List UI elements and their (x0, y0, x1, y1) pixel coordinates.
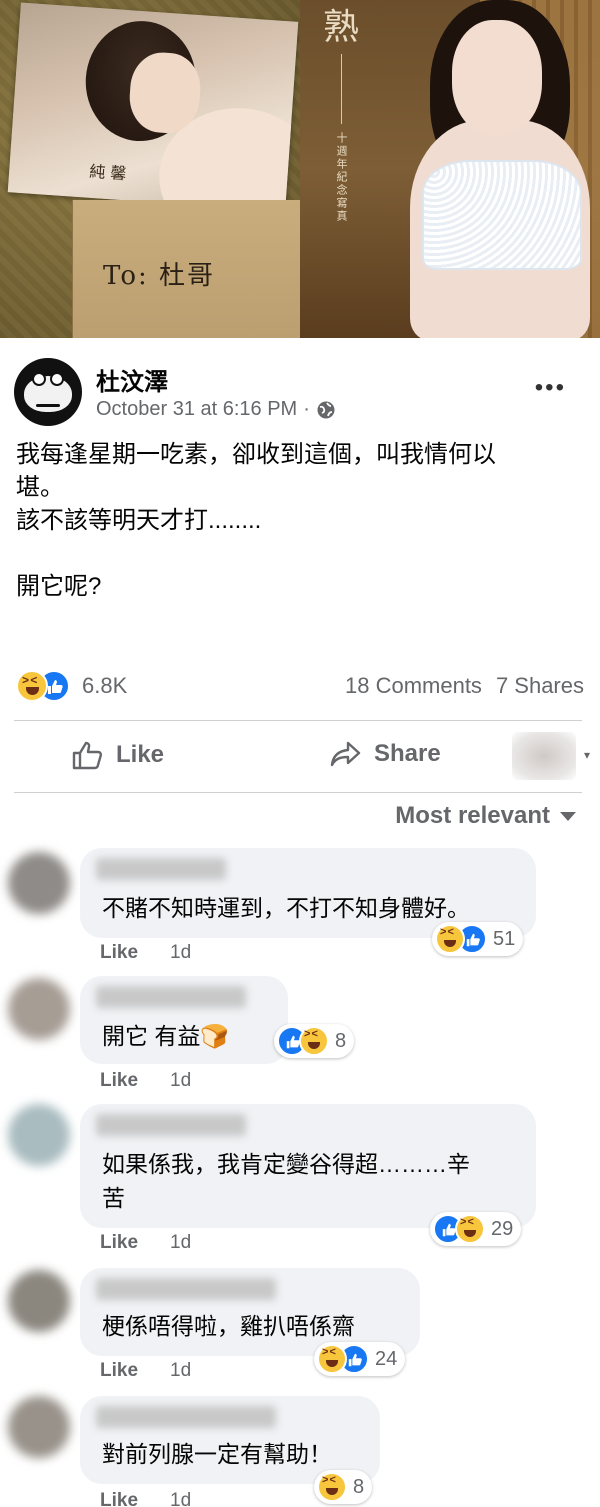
comment-reaction-count: 8 (353, 1475, 365, 1498)
post-actions: Like Share ▾ (0, 722, 600, 790)
signed-photo-card: 純 馨 (7, 2, 299, 212)
frog-eye-left (32, 372, 46, 386)
haha-reaction-icon (455, 1214, 485, 1244)
reaction-count[interactable]: 6.8K (82, 673, 127, 699)
comment-like-link[interactable]: Like (100, 942, 138, 964)
post-photo-strip[interactable]: 純 馨 To: 杜哥 熟 十週年紀念寫真 (0, 0, 600, 338)
comment-reactions[interactable]: 29 (430, 1212, 522, 1246)
haha-reaction-icon (299, 1026, 329, 1056)
comment-timestamp[interactable]: 1d (170, 1070, 191, 1092)
comment-reaction-count: 51 (493, 927, 516, 950)
comment-bubble: 如果係我，我肯定變谷得超………辛 苦 (80, 1104, 536, 1228)
post-meta: October 31 at 6:16 PM · (96, 398, 336, 421)
photobook-subtitle: 十週年紀念寫真 (335, 132, 348, 223)
like-button-label: Like (116, 741, 165, 768)
photo-lace-top (422, 160, 582, 270)
post-text-line (16, 537, 584, 570)
post-text-line: 該不該等明天才打........ (16, 507, 262, 534)
comment-text: 梗係唔得啦，雞扒唔係齋 (102, 1313, 355, 1339)
comment-bubble: 開它 有益🍞 (80, 976, 288, 1064)
share-arrow-icon (330, 741, 361, 767)
comment: 開它 有益🍞 8 Like 1d (0, 974, 600, 1096)
post-text-line: 我每逢星期一吃素，卻收到這個，叫我情何以 (16, 441, 496, 468)
haha-reaction-icon (435, 924, 465, 954)
comment: 梗係唔得啦，雞扒唔係齋 24 Like 1d (0, 1266, 600, 1388)
comment: 不賭不知時運到，不打不知身體好。 51 Like 1d (0, 846, 600, 968)
reactions-summary: 6.8K 18 Comments 7 Shares (16, 666, 584, 706)
comment-reaction-count: 24 (375, 1347, 398, 1370)
comment-like-link[interactable]: Like (100, 1070, 138, 1092)
commenter-name-blurred[interactable] (96, 1278, 276, 1300)
post-text-line: 堪。 (16, 474, 64, 501)
comment-text-line: 苦 (102, 1185, 125, 1211)
comment-timestamp[interactable]: 1d (170, 1232, 191, 1254)
post-timestamp[interactable]: October 31 at 6:16 PM (96, 398, 297, 421)
comment-reaction-count: 8 (335, 1029, 347, 1052)
photo-left[interactable]: 純 馨 To: 杜哥 (0, 0, 300, 338)
comment-reactions[interactable]: 24 (314, 1342, 406, 1376)
commenter-avatar[interactable] (8, 978, 70, 1040)
blurred-profile-selector[interactable] (512, 732, 576, 780)
commenter-avatar[interactable] (8, 1270, 70, 1332)
like-button[interactable]: Like (72, 740, 164, 770)
haha-reaction-icon (317, 1344, 347, 1374)
envelope-dedication: To: 杜哥 (103, 261, 216, 291)
photo-face-right (452, 20, 542, 135)
frog-eye-right (50, 372, 64, 386)
post-text-line: 開它呢? (16, 573, 102, 600)
comment-reactions[interactable]: 8 (314, 1470, 373, 1504)
comment-text: 對前列腺一定有幫助！ (102, 1441, 332, 1467)
comment-text: 開它 有益🍞 (102, 1023, 230, 1049)
commenter-name-blurred[interactable] (96, 986, 246, 1008)
comment-timestamp[interactable]: 1d (170, 1360, 191, 1382)
photobook-title: 熟 十週年紀念寫真 (316, 7, 366, 224)
share-button-label: Share (374, 740, 441, 767)
thumbs-up-icon (72, 741, 103, 770)
photobook-title-char: 熟 (322, 7, 359, 48)
commenter-avatar[interactable] (8, 1396, 70, 1458)
comment-sort-dropdown[interactable]: Most relevant (395, 802, 576, 830)
comment-timestamp[interactable]: 1d (170, 1490, 191, 1507)
share-button[interactable]: Share (330, 740, 441, 768)
comments-count[interactable]: 18 Comments (345, 673, 482, 699)
comment: 對前列腺一定有幫助！ 8 Like 1d (0, 1394, 600, 1507)
more-options-icon[interactable]: ••• (535, 374, 566, 402)
commenter-name-blurred[interactable] (96, 858, 226, 880)
author-name[interactable]: 杜汶澤 (96, 362, 168, 397)
comment-reactions[interactable]: 51 (432, 922, 524, 956)
haha-reaction-icon (317, 1472, 347, 1502)
globe-icon[interactable] (316, 400, 336, 420)
divider-top (14, 720, 582, 721)
comment-like-link[interactable]: Like (100, 1360, 138, 1382)
comment-like-link[interactable]: Like (100, 1232, 138, 1254)
caret-down-icon (560, 811, 576, 821)
post-text: 我每逢星期一吃素，卻收到這個，叫我情何以 堪。 該不該等明天才打........… (16, 438, 584, 603)
comment-text: 不賭不知時運到，不打不知身體好。 (102, 895, 470, 921)
comment-reaction-count: 29 (491, 1217, 514, 1240)
envelope: To: 杜哥 (72, 200, 300, 338)
commenter-avatar[interactable] (8, 852, 70, 914)
commenter-name-blurred[interactable] (96, 1406, 276, 1428)
chevron-down-icon[interactable]: ▾ (584, 748, 590, 762)
post-header: 杜汶澤 October 31 at 6:16 PM · ••• (0, 350, 600, 430)
engagement-counts: 18 Comments 7 Shares (345, 673, 584, 699)
title-divider (340, 54, 342, 124)
divider-bottom (14, 792, 582, 793)
comment-reactions[interactable]: 8 (274, 1024, 355, 1058)
commenter-avatar[interactable] (8, 1104, 70, 1166)
comment-like-link[interactable]: Like (100, 1490, 138, 1507)
shares-count[interactable]: 7 Shares (496, 673, 584, 699)
photo-right[interactable]: 熟 十週年紀念寫真 (300, 0, 600, 338)
author-avatar[interactable] (14, 358, 82, 426)
comment-timestamp[interactable]: 1d (170, 942, 191, 964)
frog-mouth (36, 404, 60, 407)
comment: 如果係我，我肯定變谷得超………辛 苦 29 Like 1d (0, 1102, 600, 1258)
photo-signature: 純 馨 (88, 161, 128, 184)
commenter-name-blurred[interactable] (96, 1114, 246, 1136)
comment-text-line: 如果係我，我肯定變谷得超………辛 (102, 1151, 470, 1177)
comment-sort-label: Most relevant (395, 802, 550, 829)
meta-separator: · (303, 398, 310, 420)
haha-reaction-icon[interactable] (16, 670, 48, 702)
